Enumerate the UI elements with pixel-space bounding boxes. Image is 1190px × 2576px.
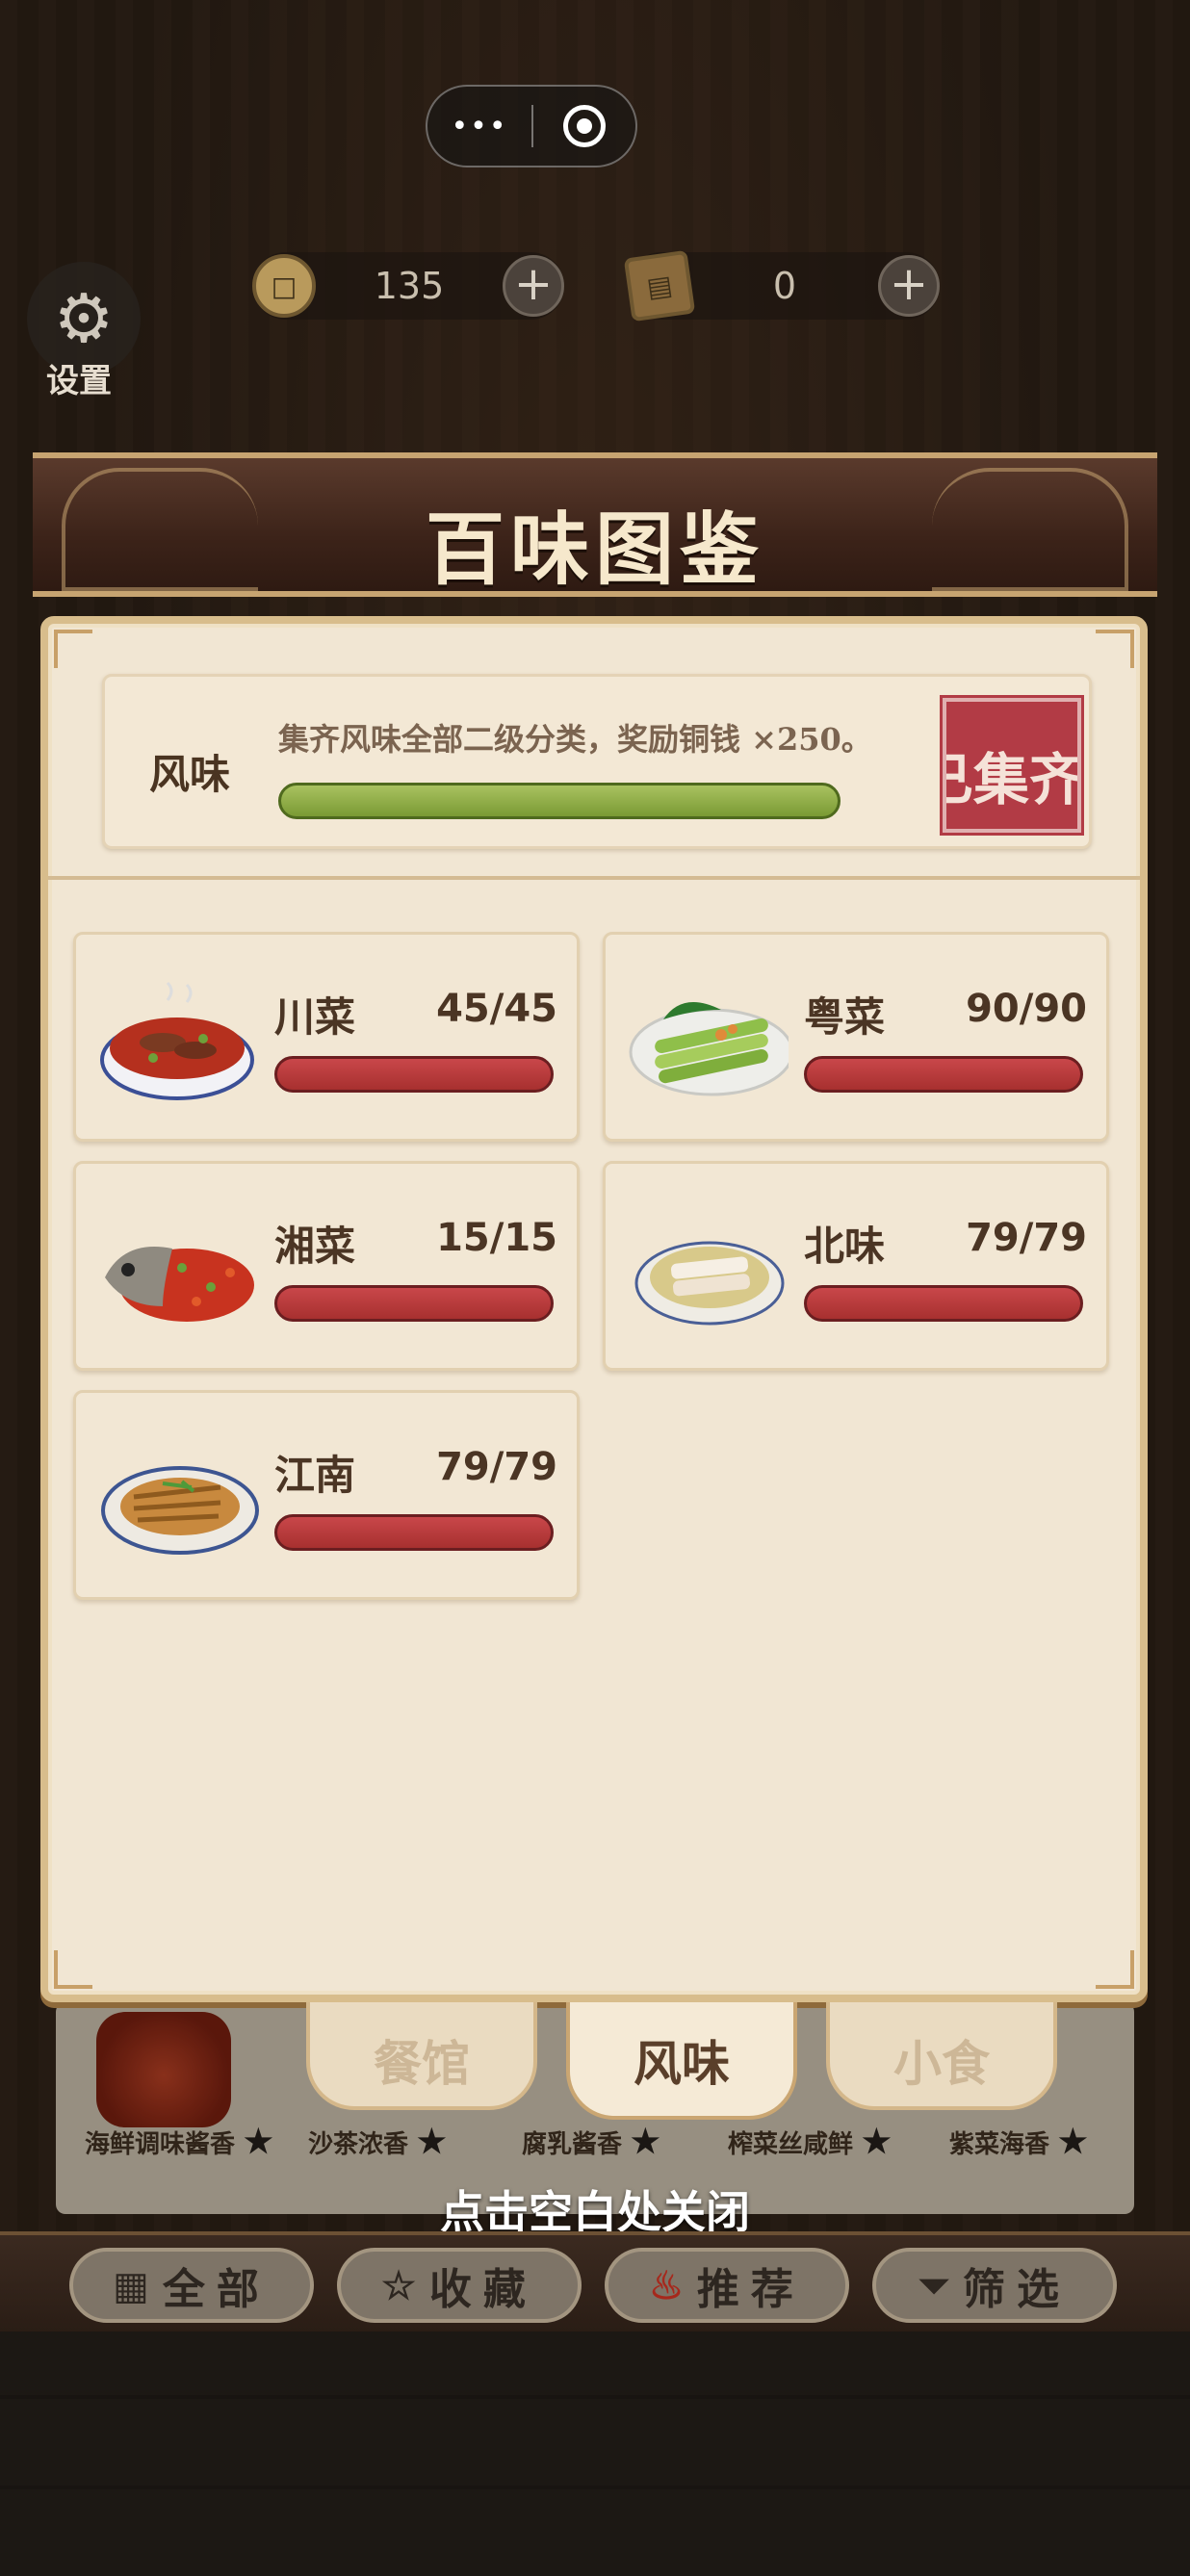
white-meat-plate-icon xyxy=(634,1241,785,1326)
filter-favorites-button[interactable]: ☆ 收藏 xyxy=(337,2248,582,2323)
book-icon: ▤ xyxy=(623,249,696,322)
funnel-icon: ⏷ xyxy=(918,2262,949,2308)
add-coins-button[interactable]: + xyxy=(503,255,564,317)
miniprogram-capsule: ••• xyxy=(426,85,637,167)
filter-all-button[interactable]: ▦ 全部 xyxy=(69,2248,314,2323)
category-progress-fill xyxy=(277,1288,551,1319)
corner-ornament xyxy=(54,1950,92,1989)
flame-icon: ♨ xyxy=(649,2262,684,2308)
more-menu-button[interactable]: ••• xyxy=(427,110,531,143)
category-progress-bar xyxy=(804,1056,1083,1093)
category-card-hunan[interactable]: 湘菜 15/15 xyxy=(73,1161,580,1371)
filter-recommended-button[interactable]: ♨ 推荐 xyxy=(605,2248,849,2323)
category-name: 江南 xyxy=(274,1452,356,1499)
tab-snacks[interactable]: 小食 xyxy=(826,2002,1057,2110)
close-miniprogram-button[interactable] xyxy=(533,105,635,147)
category-name: 川菜 xyxy=(274,993,356,1041)
category-summary: 风味 集齐风味全部二级分类，奖励铜钱 ×250。 已集齐 xyxy=(102,674,1092,849)
category-card-cantonese[interactable]: 粤菜 90/90 xyxy=(603,932,1109,1142)
summary-reward-text: 集齐风味全部二级分类，奖励铜钱 ×250。 xyxy=(278,721,872,758)
category-card-sichuan[interactable]: 川菜 45/45 xyxy=(73,932,580,1142)
book-value: 0 xyxy=(772,265,797,307)
category-count: 15/15 xyxy=(436,1216,557,1260)
category-count: 45/45 xyxy=(436,987,557,1031)
collection-panel: 风味 集齐风味全部二级分类，奖励铜钱 ×250。 已集齐 川菜 45/45 xyxy=(40,616,1148,2002)
choy-sum-plate-icon xyxy=(629,1002,789,1096)
category-progress-bar xyxy=(274,1514,554,1551)
filter-screen-button[interactable]: ⏷ 筛选 xyxy=(872,2248,1117,2323)
star-icon: ☆ xyxy=(381,2262,416,2308)
category-name: 湘菜 xyxy=(274,1223,356,1270)
category-progress-fill xyxy=(807,1059,1080,1090)
summary-category-name: 风味 xyxy=(149,751,231,798)
category-name: 北味 xyxy=(804,1223,886,1270)
category-card-jiangnan[interactable]: 江南 79/79 xyxy=(73,1390,580,1600)
add-books-button[interactable]: + xyxy=(878,255,940,317)
page-title: 百味图鉴 xyxy=(425,503,764,596)
category-name: 粤菜 xyxy=(804,993,886,1041)
category-progress-fill xyxy=(277,1517,551,1548)
category-progress-fill xyxy=(807,1288,1080,1319)
chili-fish-head-icon xyxy=(105,1247,254,1322)
category-progress-bar xyxy=(804,1285,1083,1322)
category-tabs: 餐馆 风味 小食 xyxy=(306,2002,1057,2120)
coin-value: 135 xyxy=(374,265,445,307)
divider xyxy=(48,876,1140,880)
braised-fish-plate-icon xyxy=(101,1466,259,1555)
book-counter: ▤ 0 + xyxy=(623,249,940,322)
corner-ornament xyxy=(1096,630,1134,668)
tab-flavor[interactable]: 风味 xyxy=(566,2002,797,2120)
coin-counter: □ 135 + xyxy=(252,252,564,320)
summary-progress-fill xyxy=(281,786,838,816)
category-progress-fill xyxy=(277,1059,551,1090)
category-card-northern[interactable]: 北味 79/79 xyxy=(603,1161,1109,1371)
gear-icon: ⚙ xyxy=(53,279,115,358)
mala-beef-bowl-icon xyxy=(100,981,254,1100)
corner-ornament xyxy=(54,630,92,668)
category-progress-bar xyxy=(274,1056,554,1093)
copper-coin-icon: □ xyxy=(252,254,316,318)
target-icon xyxy=(562,105,606,147)
subcategory-grid: 川菜 45/45 粤菜 90/90 湘菜 15/15 北味 79/79 江南 7… xyxy=(73,932,1119,1600)
category-count: 79/79 xyxy=(436,1445,557,1489)
category-count: 79/79 xyxy=(966,1216,1087,1260)
grid-icon: ▦ xyxy=(113,2262,149,2308)
completed-stamp: 已集齐 xyxy=(940,695,1084,836)
settings-label: 设置 xyxy=(46,362,112,400)
tab-restaurant[interactable]: 餐馆 xyxy=(306,2002,537,2110)
category-progress-bar xyxy=(274,1285,554,1322)
corner-ornament xyxy=(1096,1950,1134,1989)
category-count: 90/90 xyxy=(966,987,1087,1031)
summary-progress-bar xyxy=(278,783,841,819)
header-banner: 百味图鉴 xyxy=(33,452,1157,597)
